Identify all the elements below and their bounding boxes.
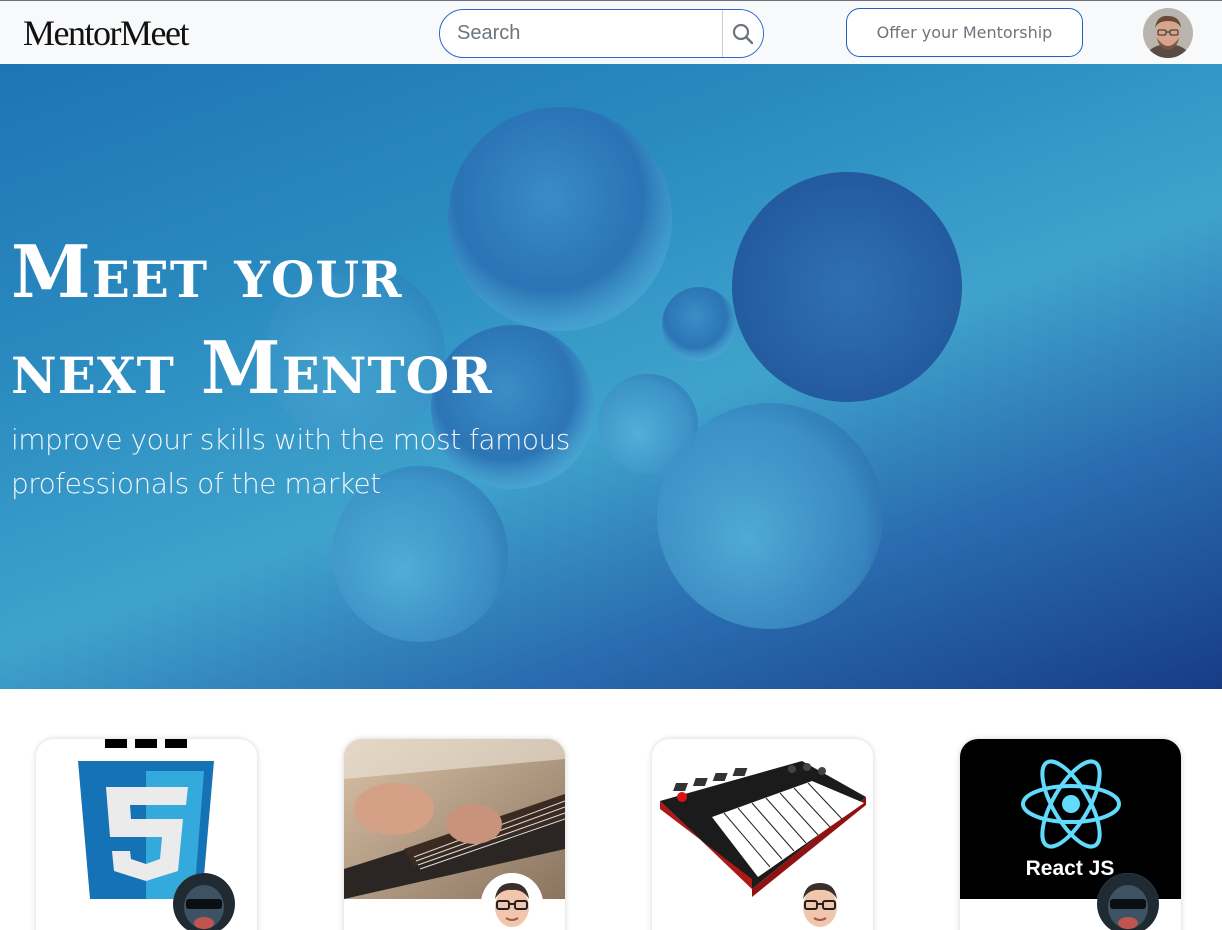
hero-banner: Meet your next Mentor improve your skill… xyxy=(0,64,1222,689)
mentor-avatar[interactable] xyxy=(1097,873,1159,930)
mentor-avatar[interactable] xyxy=(481,873,543,930)
user-avatar[interactable] xyxy=(1143,8,1193,58)
react-logo-label: React JS xyxy=(1026,857,1115,880)
bass-guitar-photo-icon xyxy=(344,739,565,899)
search-icon xyxy=(732,23,754,44)
mentorship-card[interactable] xyxy=(344,739,565,930)
card-image-bass-guitar xyxy=(344,739,565,899)
hero-title-line: next Mentor xyxy=(11,325,493,410)
search-input[interactable] xyxy=(440,10,722,57)
mentorship-card[interactable]: React JS xyxy=(960,739,1181,930)
card-image-midi-keyboard xyxy=(652,739,873,899)
dark-avatar-icon xyxy=(1097,873,1159,930)
hero-subtitle: improve your skills with the most famous… xyxy=(11,423,570,500)
hero-title: Meet your next Mentor xyxy=(11,224,711,416)
cartoon-avatar-icon xyxy=(481,873,543,930)
hero-title-line: Meet your xyxy=(11,229,403,314)
card-image-react: React JS xyxy=(960,739,1181,899)
midi-keyboard-photo-icon xyxy=(652,739,873,899)
navbar: MentorMeet Offer your Mentorship xyxy=(0,0,1222,64)
offer-mentorship-button[interactable]: Offer your Mentorship xyxy=(846,8,1083,57)
cartoon-avatar-icon xyxy=(789,873,851,930)
mentorship-card[interactable] xyxy=(36,739,257,930)
card-image-css3 xyxy=(36,739,257,899)
brand-logo[interactable]: MentorMeet xyxy=(23,13,189,53)
mentorship-card[interactable] xyxy=(652,739,873,930)
css3-logo-icon xyxy=(36,739,257,899)
search-button[interactable] xyxy=(722,10,763,57)
mentor-avatar[interactable] xyxy=(789,873,851,930)
react-logo-icon: React JS xyxy=(960,739,1181,899)
dark-avatar-icon xyxy=(173,873,235,930)
search-bar xyxy=(439,9,764,58)
mentor-avatar[interactable] xyxy=(173,873,235,930)
